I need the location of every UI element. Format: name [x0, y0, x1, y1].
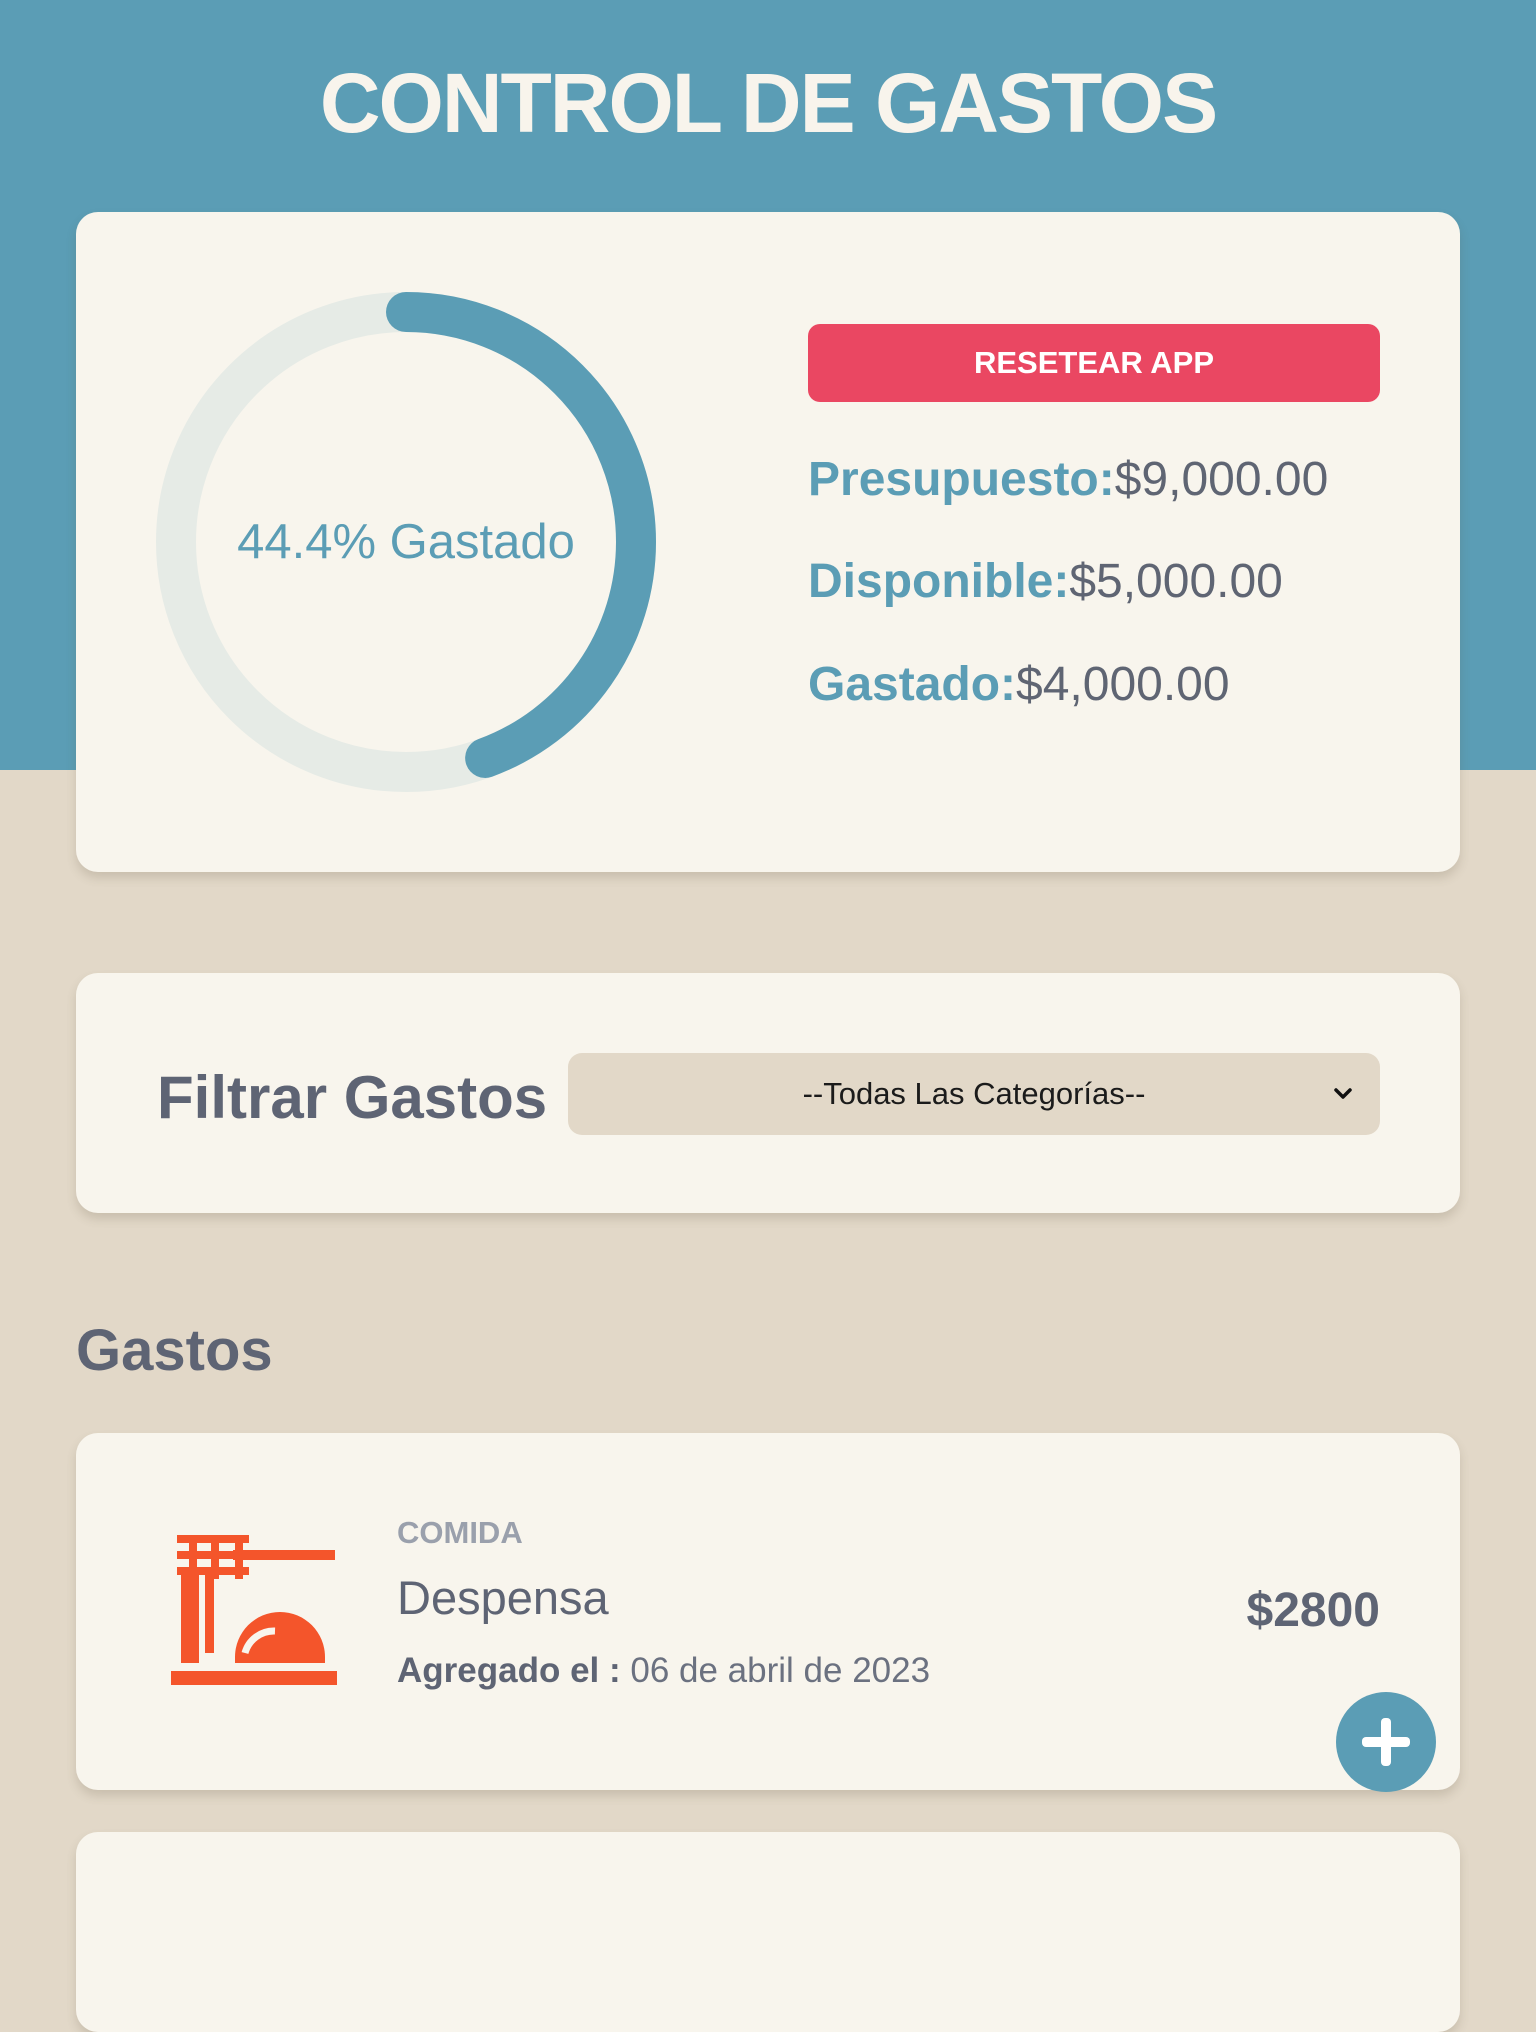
plus-icon: [1362, 1718, 1410, 1766]
add-expense-button[interactable]: [1336, 1692, 1436, 1792]
expense-item[interactable]: COMIDA Despensa Agregado el : 06 de abri…: [76, 1433, 1460, 1790]
expense-category: COMIDA: [397, 1515, 523, 1550]
budget-label: Presupuesto:: [808, 453, 1115, 506]
expense-date-value: 06 de abril de 2023: [630, 1651, 931, 1690]
available-value: $5,000.00: [1069, 555, 1283, 608]
category-filter-value: --Todas Las Categorías--: [802, 1076, 1146, 1111]
expense-item-partial[interactable]: [76, 1832, 1460, 2032]
available-stat: Disponible:$5,000.00: [808, 554, 1283, 609]
spent-stat: Gastado:$4,000.00: [808, 657, 1230, 712]
expense-name: Despensa: [397, 1571, 609, 1624]
budget-stat: Presupuesto:$9,000.00: [808, 452, 1328, 507]
filter-title: Filtrar Gastos: [157, 1064, 548, 1131]
food-icon: [171, 1535, 337, 1685]
budget-progress: 44.4% Gastado: [156, 292, 656, 792]
expense-date: Agregado el : 06 de abril de 2023: [397, 1651, 930, 1691]
progress-label: 44.4% Gastado: [237, 515, 575, 569]
spent-label: Gastado:: [808, 658, 1017, 711]
budget-card: 44.4% Gastado RESETEAR APP Presupuesto:$…: [76, 212, 1460, 872]
filter-card: Filtrar Gastos --Todas Las Categorías--: [76, 973, 1460, 1213]
chevron-down-icon: [1334, 1088, 1352, 1099]
expense-date-label: Agregado el :: [397, 1651, 621, 1690]
reset-app-button[interactable]: RESETEAR APP: [808, 324, 1380, 402]
budget-value: $9,000.00: [1114, 453, 1329, 506]
available-label: Disponible:: [808, 555, 1070, 608]
expense-amount: $2800: [1246, 1584, 1380, 1637]
expenses-title: Gastos: [76, 1318, 273, 1383]
app-title: CONTROL DE GASTOS: [319, 56, 1218, 150]
spent-value: $4,000.00: [1016, 658, 1230, 711]
category-filter-select[interactable]: --Todas Las Categorías--: [568, 1053, 1380, 1135]
